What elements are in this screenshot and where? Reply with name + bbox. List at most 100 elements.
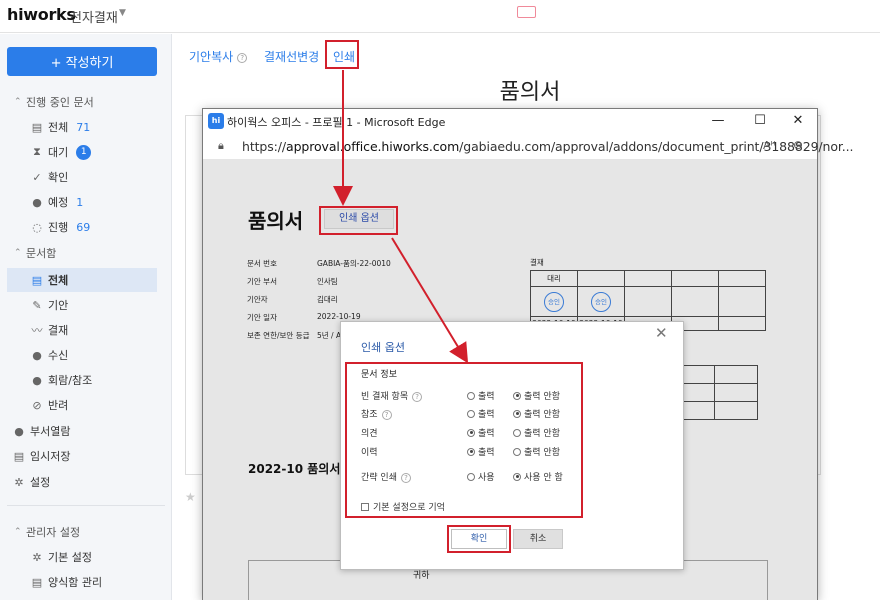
radio-icon — [467, 391, 475, 400]
meta-value: 5년 / A — [317, 331, 342, 340]
signature-icon: 〰 — [31, 324, 43, 337]
approval-stamp: 승인 — [544, 291, 564, 312]
section-admin[interactable]: ⌃ 관리자 설정 — [14, 520, 80, 544]
sidebar-item-approval[interactable]: 〰 결재 — [30, 318, 69, 342]
app-title[interactable]: 전자결재 — [70, 7, 118, 26]
chevron-up-icon: ⌃ — [14, 248, 22, 258]
approval-label: 결재 — [530, 258, 544, 267]
sidebar-item-all-in-progress[interactable]: ▤ 전체 71 — [30, 115, 90, 139]
meta-label: 기안자 — [247, 295, 268, 304]
close-icon[interactable]: ✕ — [655, 324, 668, 342]
cancel-button[interactable]: 취소 — [513, 529, 563, 549]
sidebar-item-basic-settings[interactable]: ✲ 기본 설정 — [30, 545, 92, 569]
close-icon[interactable]: ✕ — [783, 111, 813, 131]
user-icon: ● — [32, 348, 42, 362]
option-row-opinion: 의견 출력 출력 안함 — [361, 426, 681, 440]
option-row-empty-approval: 빈 결재 항목? 출력 출력 안함 — [361, 389, 681, 403]
document-icon: ▤ — [31, 273, 43, 287]
section-title: 문서 정보 — [361, 370, 397, 380]
radio-no-print[interactable]: 출력 안함 — [513, 445, 560, 458]
help-icon[interactable]: ? — [412, 391, 423, 402]
sidebar-item-circulation[interactable]: ● 회람/참조 — [30, 368, 92, 392]
tab-copy-draft[interactable]: 기안복사? — [189, 48, 248, 65]
hourglass-icon: ⧗ — [33, 145, 41, 158]
approval-stamp: 승인 — [591, 291, 611, 312]
maximize-icon[interactable]: ☐ — [745, 111, 775, 131]
users-icon: ● — [14, 424, 24, 438]
radio-no-print[interactable]: 출력 안함 — [513, 389, 560, 402]
sidebar-item-dept-view[interactable]: ● 부서열람 — [12, 419, 70, 443]
annotation-highlight-options — [345, 362, 583, 518]
url-text[interactable]: https://approval.office.hiworks.com/gabi… — [242, 139, 854, 154]
hiworks-logo[interactable]: hiworks — [7, 5, 76, 24]
sidebar-item-drafts[interactable]: ▤ 임시저장 — [12, 444, 71, 468]
radio-print[interactable]: 출력 — [467, 389, 495, 402]
radio-selected-icon — [467, 428, 475, 437]
users-icon: ● — [32, 373, 42, 387]
tab-change-approval-line[interactable]: 결재선변경 — [264, 48, 319, 65]
approval-role: 대리 — [530, 270, 578, 287]
lock-icon[interactable]: 🔒︎ — [218, 139, 224, 153]
radio-print[interactable]: 출력 — [467, 407, 495, 420]
document-icon: ▤ — [31, 575, 43, 589]
page-title: 품의서 — [499, 80, 561, 105]
top-bar — [0, 0, 880, 33]
zoom-out-icon[interactable]: ⊖ — [793, 138, 803, 152]
help-icon[interactable]: ? — [381, 409, 392, 420]
divider — [7, 505, 165, 506]
section-document-box[interactable]: ⌃ 문서함 — [14, 241, 56, 265]
sidebar-item-waiting[interactable]: ⧗ 대기 1 — [30, 140, 92, 164]
radio-icon — [467, 409, 475, 418]
minimize-icon[interactable]: — — [703, 111, 733, 131]
clock-icon: ● — [32, 195, 42, 209]
annotation-highlight-confirm — [447, 525, 511, 553]
radio-print[interactable]: 출력 — [467, 426, 495, 439]
sidebar-item-scheduled[interactable]: ● 예정 1 — [30, 190, 83, 214]
sidebar-item-all-box[interactable]: ▤ 전체 — [30, 268, 68, 292]
draft-icon: ▤ — [13, 449, 25, 463]
radio-selected-icon — [513, 472, 521, 481]
hiworks-app-icon: hi — [208, 113, 224, 129]
dialog-title: 인쇄 옵션 — [361, 341, 405, 354]
sidebar-item-settings[interactable]: ✲ 설정 — [12, 470, 50, 494]
document-icon: ▤ — [31, 120, 43, 134]
chevron-down-icon[interactable]: ▼ — [119, 8, 126, 18]
checkbox-icon — [361, 502, 369, 511]
meta-label: 기안 일자 — [247, 313, 277, 322]
radio-no-print[interactable]: 출력 안함 — [513, 407, 560, 420]
sidebar-item-ongoing[interactable]: ◌ 진행 69 — [30, 215, 90, 239]
meta-label: 기안 부서 — [247, 277, 277, 286]
radio-icon — [467, 472, 475, 481]
remember-default-checkbox[interactable]: 기본 설정으로 기억 — [361, 500, 445, 513]
radio-not-use[interactable]: 사용 안 함 — [513, 470, 563, 483]
chevron-up-icon: ⌃ — [14, 97, 22, 107]
meta-value: GABIA-품의-22-0010 — [317, 259, 391, 268]
sidebar-item-received[interactable]: ● 수신 — [30, 343, 68, 367]
option-row-simple-print: 간략 인쇄? 사용 사용 안 함 — [361, 470, 681, 484]
sidebar-item-form-box[interactable]: ▤ 양식함 관리 — [30, 570, 102, 594]
help-icon[interactable]: ? — [400, 472, 411, 483]
radio-use[interactable]: 사용 — [467, 470, 495, 483]
help-icon[interactable]: ? — [237, 52, 248, 63]
compose-button[interactable]: + 작성하기 — [7, 47, 157, 76]
radio-selected-icon — [513, 409, 521, 418]
sidebar-item-confirm[interactable]: ✓ 확인 — [30, 165, 68, 189]
gear-icon: ✲ — [14, 475, 24, 489]
radio-no-print[interactable]: 출력 안함 — [513, 426, 560, 439]
count: 1 — [76, 195, 84, 209]
meta-label: 보존 연한/보안 등급 — [247, 331, 310, 340]
annotation-highlight-print-options — [319, 206, 398, 235]
radio-selected-icon — [467, 447, 475, 456]
check-icon: ✓ — [32, 170, 42, 184]
read-aloud-icon[interactable]: Aᴴ — [763, 139, 776, 152]
radio-icon — [513, 447, 521, 456]
radio-selected-icon — [513, 391, 521, 400]
sidebar-item-drafted[interactable]: ✎ 기안 — [30, 293, 68, 317]
preview-title: 품의서 — [248, 209, 304, 233]
reject-icon: ⊘ — [32, 398, 42, 412]
gear-icon: ✲ — [32, 550, 42, 564]
sidebar-item-rejected[interactable]: ⊘ 반려 — [30, 393, 68, 417]
radio-print[interactable]: 출력 — [467, 445, 495, 458]
section-in-progress[interactable]: ⌃ 진행 중인 문서 — [14, 90, 94, 114]
star-icon[interactable]: ★ — [185, 490, 196, 504]
